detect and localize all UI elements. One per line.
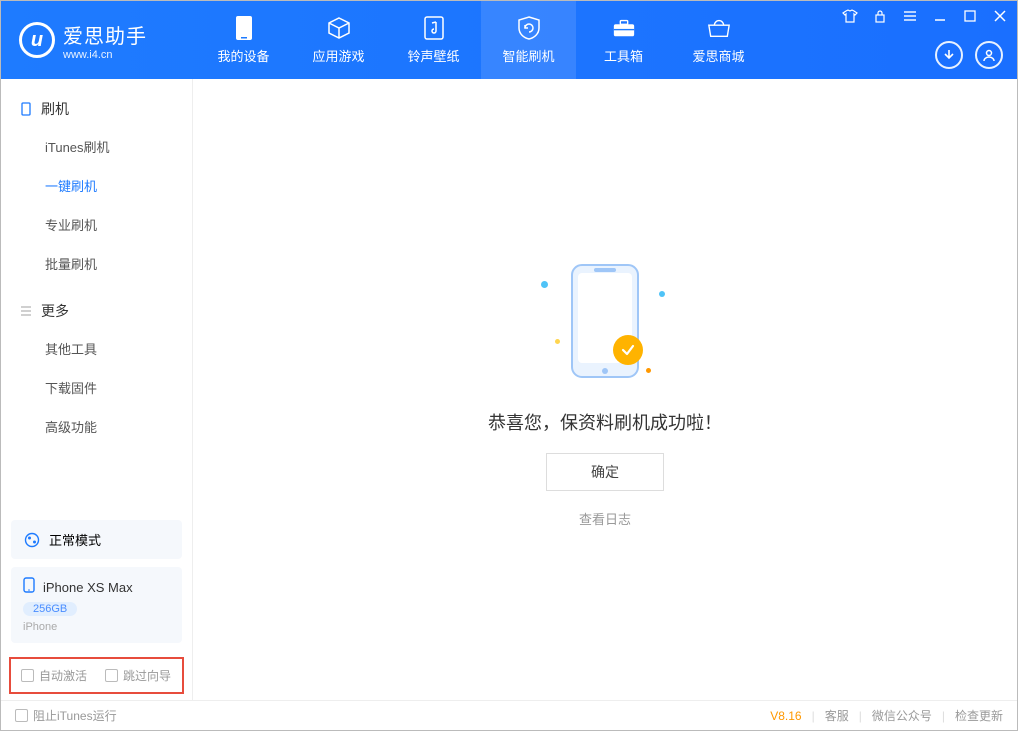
device-info-box[interactable]: iPhone XS Max 256GB iPhone (11, 567, 182, 643)
logo-icon: u (19, 22, 55, 58)
nav-label: 智能刷机 (502, 46, 554, 65)
cube-icon (327, 16, 351, 40)
checkbox-auto-activate[interactable]: 自动激活 (21, 667, 87, 684)
sidebar-item-pro-flash[interactable]: 专业刷机 (1, 205, 192, 244)
mode-icon (23, 531, 41, 549)
highlighted-options: 自动激活 跳过向导 (9, 657, 184, 694)
check-badge-icon (613, 335, 643, 365)
toolbox-icon (612, 16, 636, 40)
nav-label: 铃声壁纸 (407, 46, 459, 65)
nav-ringtones[interactable]: 铃声壁纸 (386, 1, 481, 79)
nav-smart-flash[interactable]: 智能刷机 (481, 1, 576, 79)
sparkle-icon (646, 368, 651, 373)
support-link[interactable]: 客服 (825, 707, 849, 724)
sidebar-item-batch-flash[interactable]: 批量刷机 (1, 244, 192, 283)
download-button[interactable] (935, 41, 963, 69)
success-illustration (505, 251, 705, 391)
user-button[interactable] (975, 41, 1003, 69)
sidebar: 刷机 iTunes刷机 一键刷机 专业刷机 批量刷机 更多 其他工具 下载固件 … (1, 79, 193, 700)
sparkle-icon (555, 339, 560, 344)
sidebar-section-flash: 刷机 (1, 91, 192, 127)
checkbox-label: 跳过向导 (123, 667, 171, 684)
wechat-link[interactable]: 微信公众号 (872, 707, 932, 724)
list-icon (19, 304, 33, 318)
sidebar-item-advanced[interactable]: 高级功能 (1, 407, 192, 446)
checkbox-block-itunes[interactable]: 阻止iTunes运行 (15, 707, 117, 724)
logo-block: u 爱思助手 www.i4.cn (1, 20, 196, 61)
section-label: 更多 (41, 301, 69, 321)
nav-my-device[interactable]: 我的设备 (196, 1, 291, 79)
device-icon (232, 16, 256, 40)
ok-button[interactable]: 确定 (546, 453, 664, 491)
sidebar-item-other-tools[interactable]: 其他工具 (1, 329, 192, 368)
main-nav: 我的设备 应用游戏 铃声壁纸 智能刷机 工具箱 爱思商城 (196, 1, 766, 79)
sidebar-item-itunes-flash[interactable]: iTunes刷机 (1, 127, 192, 166)
tshirt-icon[interactable] (841, 7, 859, 25)
success-message: 恭喜您，保资料刷机成功啦！ (488, 409, 722, 435)
device-type: iPhone (23, 621, 170, 633)
sidebar-item-download-firmware[interactable]: 下载固件 (1, 368, 192, 407)
header-actions (935, 41, 1003, 69)
minimize-icon[interactable] (931, 7, 949, 25)
close-icon[interactable] (991, 7, 1009, 25)
app-subtitle: www.i4.cn (63, 49, 147, 61)
nav-toolbox[interactable]: 工具箱 (576, 1, 671, 79)
sidebar-item-one-click-flash[interactable]: 一键刷机 (1, 166, 192, 205)
app-title: 爱思助手 (63, 20, 147, 49)
menu-icon[interactable] (901, 7, 919, 25)
checkbox-label: 自动激活 (39, 667, 87, 684)
checkbox-skip-guide[interactable]: 跳过向导 (105, 667, 171, 684)
sparkle-icon (541, 281, 548, 288)
separator: | (859, 709, 862, 723)
nav-label: 我的设备 (217, 46, 269, 65)
check-update-link[interactable]: 检查更新 (955, 707, 1003, 724)
nav-store[interactable]: 爱思商城 (671, 1, 766, 79)
shield-refresh-icon (517, 16, 541, 40)
statusbar: 阻止iTunes运行 V8.16 | 客服 | 微信公众号 | 检查更新 (1, 700, 1017, 730)
nav-label: 爱思商城 (692, 46, 744, 65)
device-icon (23, 577, 35, 598)
device-storage: 256GB (23, 602, 77, 616)
nav-label: 应用游戏 (312, 46, 364, 65)
checkbox-icon (105, 669, 118, 682)
window-controls (841, 7, 1009, 25)
section-label: 刷机 (41, 99, 69, 119)
store-icon (707, 16, 731, 40)
titlebar: u 爱思助手 www.i4.cn 我的设备 应用游戏 铃声壁纸 智能刷机 (1, 1, 1017, 79)
checkbox-icon (21, 669, 34, 682)
mode-label: 正常模式 (49, 530, 101, 549)
device-name: iPhone XS Max (43, 580, 133, 595)
separator: | (812, 709, 815, 723)
checkbox-label: 阻止iTunes运行 (33, 707, 117, 724)
separator: | (942, 709, 945, 723)
maximize-icon[interactable] (961, 7, 979, 25)
lock-icon[interactable] (871, 7, 889, 25)
sparkle-icon (659, 291, 665, 297)
music-icon (422, 16, 446, 40)
view-log-link[interactable]: 查看日志 (579, 509, 631, 528)
nav-apps-games[interactable]: 应用游戏 (291, 1, 386, 79)
checkbox-icon (15, 709, 28, 722)
main-content: 恭喜您，保资料刷机成功啦！ 确定 查看日志 (193, 79, 1017, 700)
nav-label: 工具箱 (604, 46, 643, 65)
version-label: V8.16 (770, 709, 801, 723)
phone-icon (19, 102, 33, 116)
device-mode-box[interactable]: 正常模式 (11, 520, 182, 559)
sidebar-section-more: 更多 (1, 293, 192, 329)
